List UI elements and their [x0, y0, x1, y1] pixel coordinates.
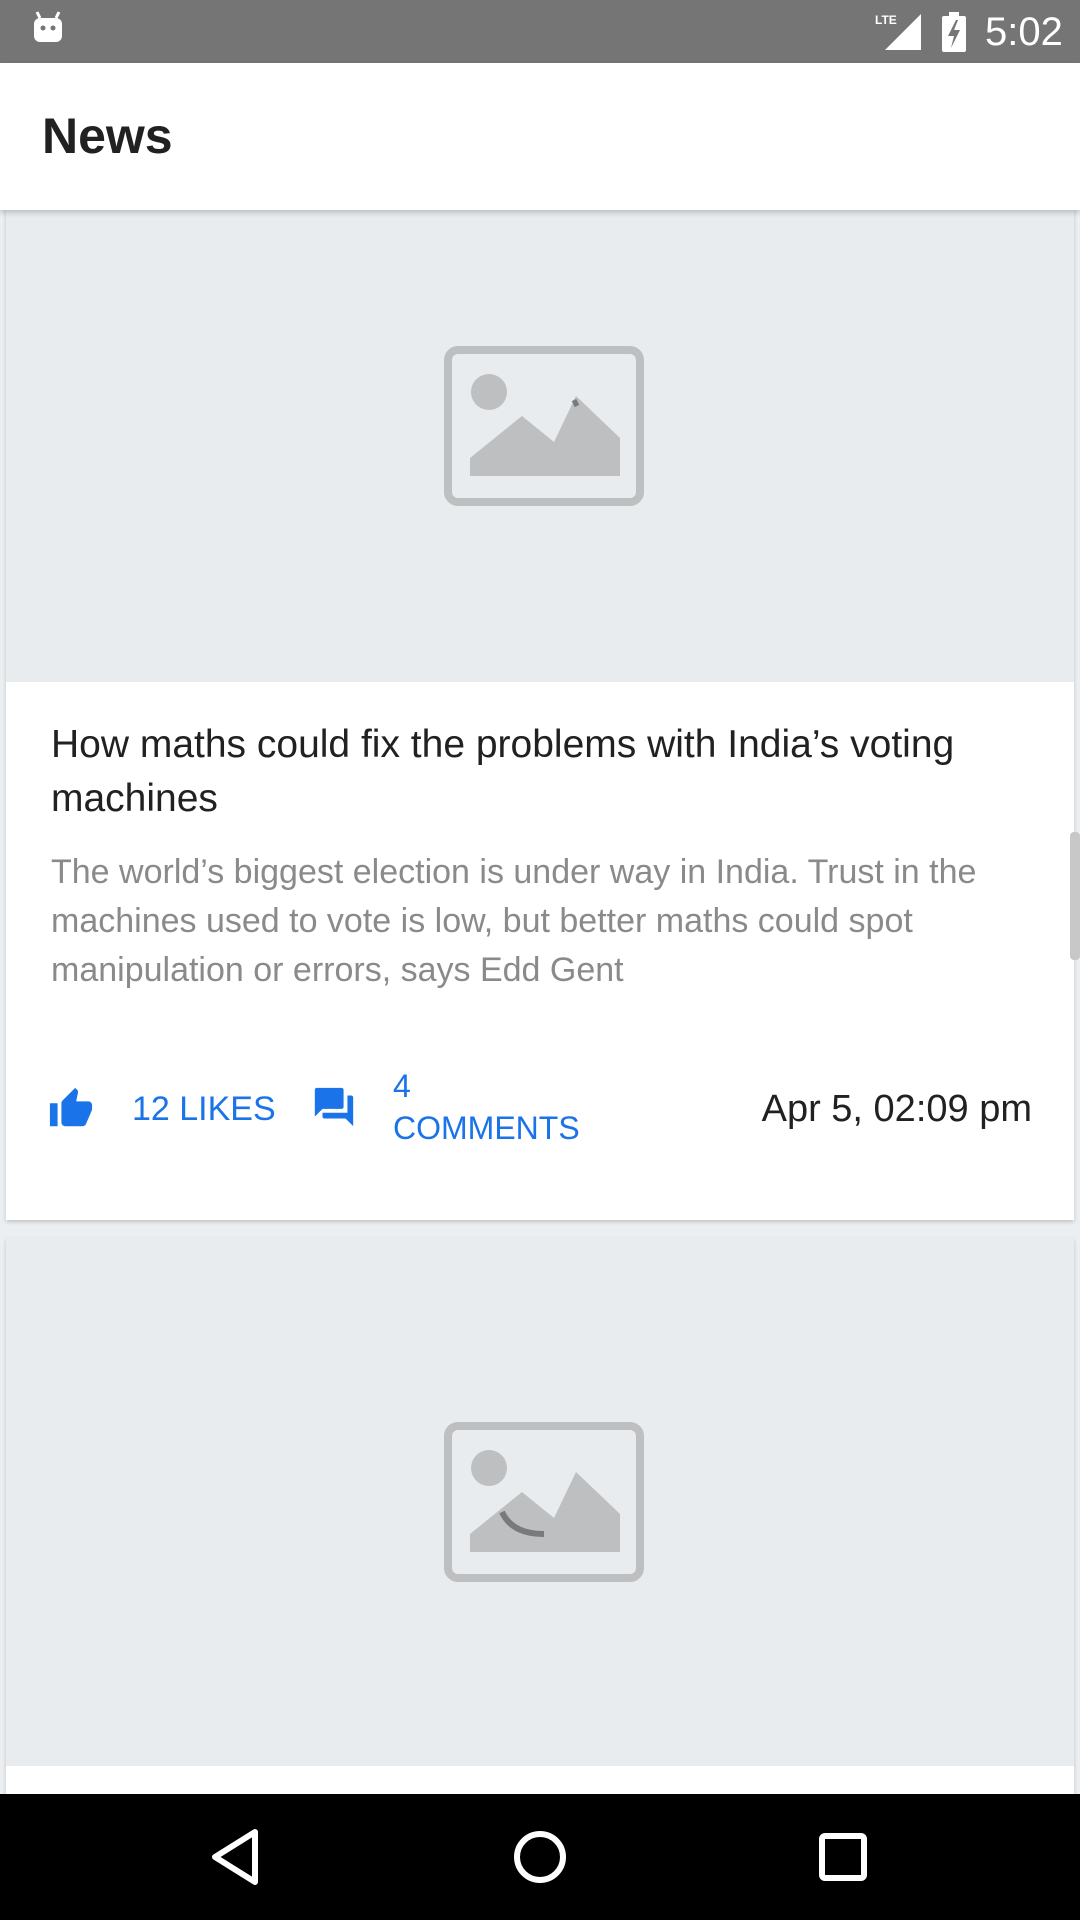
- page-title: News: [42, 108, 173, 164]
- lte-signal-icon: LTE: [875, 13, 921, 50]
- likes-button[interactable]: 12 LIKES: [132, 1090, 276, 1129]
- image-placeholder-icon: [444, 346, 644, 506]
- scrollbar[interactable]: [1070, 832, 1080, 960]
- image-placeholder-icon: [444, 1422, 644, 1582]
- article-summary: The world’s biggest election is under wa…: [51, 853, 977, 989]
- article-actions: 12 LIKES 4 COMMENTS Apr 5, 02:09 pm: [6, 1060, 1074, 1160]
- status-bar: LTE 5:02: [0, 0, 1080, 63]
- article-image[interactable]: [6, 210, 1074, 682]
- navigation-bar: [0, 1794, 1080, 1920]
- news-card[interactable]: How maths could fix the problems with In…: [6, 210, 1074, 1220]
- thumbs-up-icon[interactable]: [48, 1086, 94, 1132]
- news-card[interactable]: [6, 1238, 1074, 1794]
- home-icon[interactable]: [507, 1824, 573, 1890]
- comments-count[interactable]: 4: [393, 1066, 411, 1106]
- android-icon: [34, 11, 62, 42]
- recents-icon[interactable]: [810, 1824, 876, 1890]
- article-title[interactable]: How maths could fix the problems with In…: [51, 718, 1011, 826]
- app-bar: News: [0, 63, 1080, 210]
- article-timestamp: Apr 5, 02:09 pm: [761, 1088, 1032, 1130]
- battery-charging-icon: [942, 12, 966, 52]
- back-icon[interactable]: [205, 1824, 271, 1890]
- comment-icon[interactable]: [311, 1084, 357, 1130]
- status-time: 5:02: [985, 10, 1063, 54]
- news-feed[interactable]: How maths could fix the problems with In…: [0, 210, 1080, 1794]
- network-label: LTE: [875, 13, 897, 27]
- article-image[interactable]: [6, 1238, 1074, 1766]
- comments-button[interactable]: COMMENTS: [393, 1108, 580, 1148]
